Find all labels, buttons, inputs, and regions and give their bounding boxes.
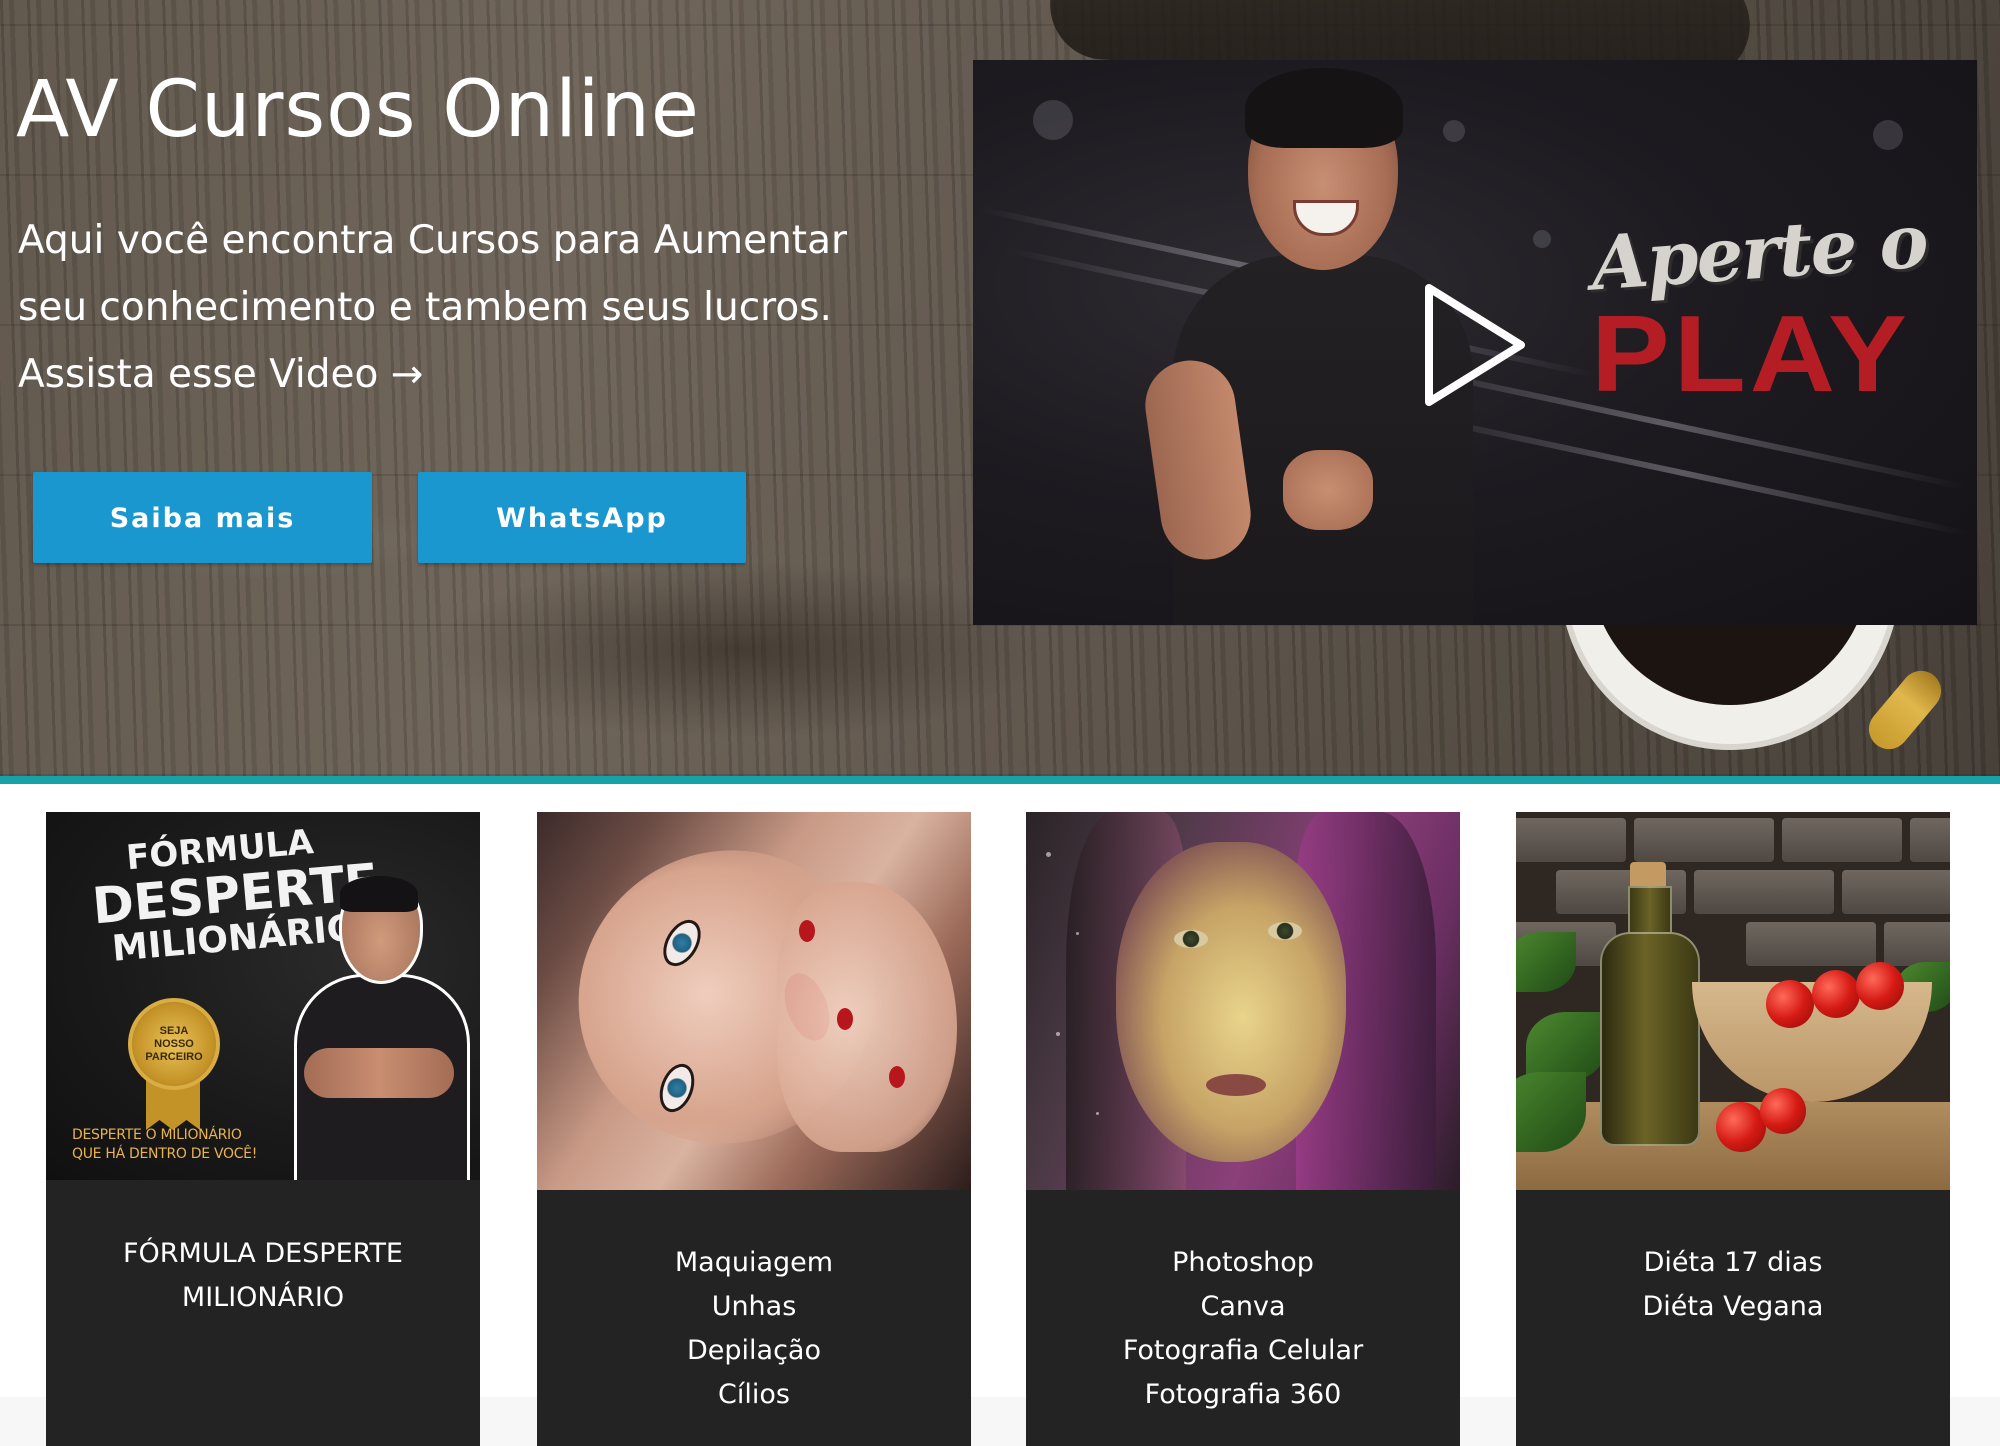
presenter-image	[294, 876, 470, 1180]
course-name[interactable]: Fotografia Celular	[1026, 1329, 1460, 1373]
brick	[1746, 922, 1876, 966]
brick	[1634, 818, 1774, 862]
wood-texture-knot	[430, 560, 1050, 740]
dust-particle	[1056, 1032, 1060, 1036]
model-lips	[1206, 1074, 1266, 1096]
course-card-beleza[interactable]: Maquiagem Unhas Depilação Cílios	[537, 812, 971, 1446]
red-nail	[799, 920, 815, 942]
model-face	[1116, 842, 1346, 1162]
seal-text-line: PARCEIRO	[145, 1050, 203, 1063]
hero-description: Aqui você encontra Cursos para Aumentar …	[18, 207, 938, 408]
dust-particle	[1076, 932, 1079, 935]
presenter-crossed-arms	[304, 1048, 454, 1098]
course-name[interactable]: Diéta 17 dias	[1516, 1241, 1950, 1285]
tomato	[1716, 1102, 1766, 1152]
brick	[1910, 818, 1950, 862]
basil-leaf	[1516, 932, 1576, 992]
play-icon[interactable]	[1421, 280, 1531, 410]
course-name[interactable]: Canva	[1026, 1285, 1460, 1329]
hero-section: AV Cursos Online Aqui você encontra Curs…	[0, 0, 2000, 776]
course-name[interactable]: Photoshop	[1026, 1241, 1460, 1285]
tagline-line: QUE HÁ DENTRO DE VOCÊ!	[72, 1146, 258, 1162]
course-card-dieta[interactable]: Diéta 17 dias Diéta Vegana	[1516, 812, 1950, 1446]
brick	[1884, 922, 1950, 966]
bokeh-light	[1533, 230, 1551, 248]
course-name[interactable]: Fotografia 360	[1026, 1373, 1460, 1417]
course-name[interactable]: MILIONÁRIO	[46, 1276, 480, 1320]
olive-oil-bottle	[1600, 932, 1700, 1146]
course-image-photoshop	[1026, 812, 1460, 1190]
course-image-formula: FÓRMULA DESPERTE MILIONÁRIO SEJA NOSSO P…	[46, 812, 480, 1180]
presenter-hair	[340, 876, 418, 912]
tomato	[1766, 980, 1814, 1028]
course-image-diet	[1516, 812, 1950, 1190]
model-eye	[1268, 922, 1302, 940]
course-image-tagline: DESPERTE O MILIONÁRIO QUE HÁ DENTRO DE V…	[72, 1126, 257, 1164]
brick	[1782, 818, 1902, 862]
presenter-fist	[1283, 450, 1373, 530]
course-list: Diéta 17 dias Diéta Vegana	[1516, 1241, 1950, 1329]
section-divider	[0, 776, 2000, 784]
bokeh-light	[1033, 100, 1073, 140]
course-name[interactable]: Depilação	[537, 1329, 971, 1373]
brick	[1694, 870, 1834, 914]
presenter-hair	[1245, 68, 1403, 148]
course-image-makeup	[537, 812, 971, 1190]
tomato	[1856, 962, 1904, 1010]
course-card-formula[interactable]: FÓRMULA DESPERTE MILIONÁRIO SEJA NOSSO P…	[46, 812, 480, 1446]
brick	[1516, 818, 1626, 862]
video-player[interactable]: Aperte o PLAY	[973, 60, 1977, 625]
hero-description-line: seu conhecimento e tambem seus lucros.	[18, 285, 832, 330]
partner-seal-badge: SEJA NOSSO PARCEIRO	[128, 998, 220, 1090]
tomato	[1812, 970, 1860, 1018]
course-name[interactable]: Unhas	[537, 1285, 971, 1329]
course-list: Photoshop Canva Fotografia Celular Fotog…	[1026, 1241, 1460, 1417]
red-nail	[837, 1008, 853, 1030]
page-title: AV Cursos Online	[16, 65, 700, 155]
course-card-design[interactable]: Photoshop Canva Fotografia Celular Fotog…	[1026, 812, 1460, 1446]
red-nail	[889, 1066, 905, 1088]
spoon-image	[1860, 662, 1950, 758]
seal-text-line: SEJA	[159, 1024, 189, 1037]
seal-text-line: NOSSO	[154, 1037, 194, 1050]
saiba-mais-button[interactable]: Saiba mais	[33, 472, 372, 563]
video-overlay-play: PLAY	[1591, 293, 1911, 415]
bokeh-light	[1873, 120, 1903, 150]
course-list: FÓRMULA DESPERTE MILIONÁRIO	[46, 1232, 480, 1320]
model-eye	[1174, 930, 1208, 948]
hero-description-line: Assista esse Video →	[18, 352, 424, 397]
brick	[1842, 870, 1950, 914]
whatsapp-button[interactable]: WhatsApp	[418, 472, 746, 563]
dust-particle	[1046, 852, 1051, 857]
tagline-line: DESPERTE O MILIONÁRIO	[72, 1127, 242, 1143]
video-overlay-script: Aperte o	[1588, 198, 1930, 308]
course-name[interactable]: Cílios	[537, 1373, 971, 1417]
course-list: Maquiagem Unhas Depilação Cílios	[537, 1241, 971, 1417]
tomato	[1760, 1088, 1806, 1134]
course-name[interactable]: Maquiagem	[537, 1241, 971, 1285]
hero-description-line: Aqui você encontra Cursos para Aumentar	[18, 218, 848, 263]
course-name[interactable]: FÓRMULA DESPERTE	[46, 1232, 480, 1276]
course-name[interactable]: Diéta Vegana	[1516, 1285, 1950, 1329]
dust-particle	[1096, 1112, 1099, 1115]
